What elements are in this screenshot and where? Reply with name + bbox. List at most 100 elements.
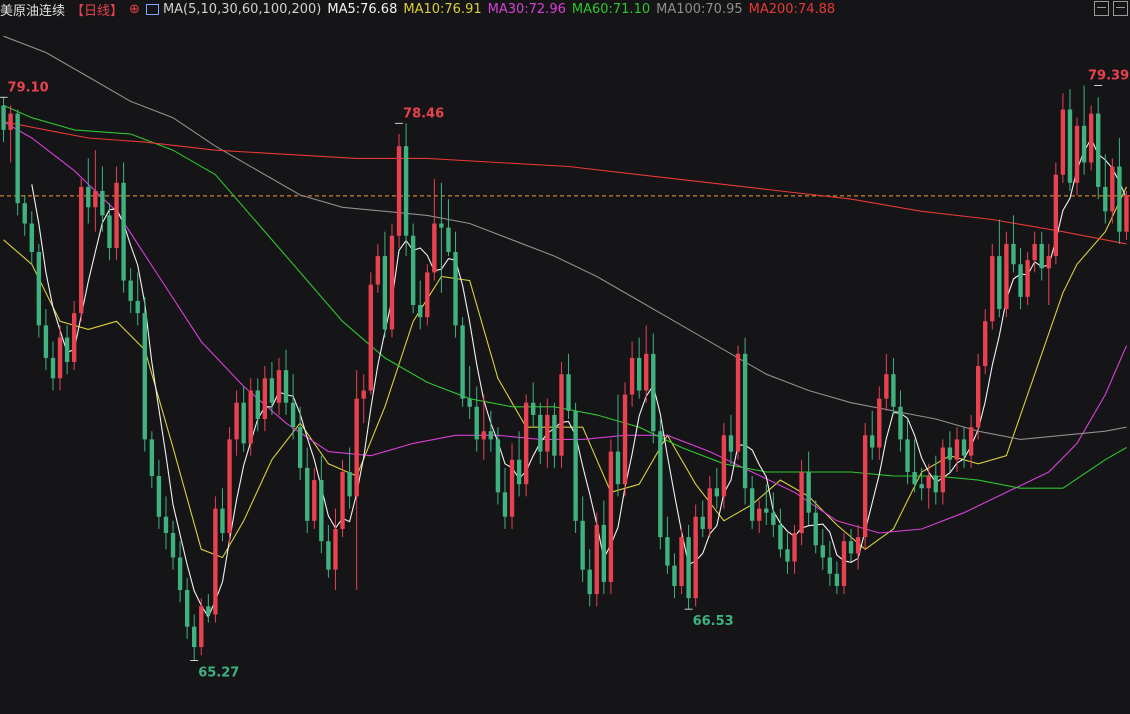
candle — [594, 512, 599, 607]
candle — [361, 374, 366, 424]
candle — [396, 133, 402, 248]
candle-body — [276, 370, 282, 403]
candle — [1088, 105, 1094, 171]
candle-body — [43, 325, 49, 358]
candle-body — [509, 459, 515, 517]
candle-body — [608, 451, 614, 582]
ma-line-ma100 — [3, 35, 1127, 440]
candle-body — [742, 353, 748, 489]
candle-body — [86, 186, 91, 208]
candle — [502, 467, 508, 529]
candle-body — [1088, 113, 1094, 163]
ma30-value: MA30:72.96 — [487, 1, 566, 17]
candle — [983, 309, 988, 375]
extreme-label: 79.39 — [1088, 68, 1129, 86]
candle — [601, 500, 607, 595]
candle-body — [64, 337, 70, 362]
candle — [22, 195, 27, 236]
candle — [1004, 231, 1009, 318]
candle — [241, 386, 246, 452]
candle — [919, 467, 924, 501]
candle-body — [375, 256, 381, 285]
period-label[interactable]: 【日线】 — [71, 0, 123, 19]
candle-body — [418, 304, 423, 318]
candle-body — [707, 488, 712, 529]
candle-body — [1117, 166, 1122, 232]
candle-body — [940, 447, 946, 493]
candle — [1081, 85, 1087, 175]
candle-body — [432, 223, 437, 273]
add-icon[interactable]: ⊕ — [129, 2, 140, 17]
candle-body — [785, 549, 790, 562]
candle — [121, 162, 126, 293]
candle-body — [877, 398, 882, 448]
candle-body — [1018, 264, 1023, 297]
moving-average-layer — [3, 35, 1128, 619]
ma-line-ma200 — [3, 121, 1127, 245]
candle — [997, 219, 1002, 318]
candle — [961, 427, 967, 468]
candle-body — [502, 492, 508, 517]
candle — [968, 414, 974, 468]
candle — [36, 243, 42, 338]
candle-body — [968, 427, 974, 456]
candle — [326, 524, 331, 578]
candle — [905, 419, 910, 485]
candle-body — [93, 190, 98, 208]
candle — [693, 504, 698, 607]
candle — [1046, 243, 1051, 305]
candle-body — [651, 353, 656, 432]
candle — [714, 467, 720, 509]
candlestick-chart[interactable]: 79.10 78.46 65.27 66.53 79.39 — [0, 0, 1130, 714]
candle — [884, 353, 889, 411]
candle-body — [552, 414, 557, 456]
candle — [1096, 97, 1101, 200]
candle — [891, 357, 896, 415]
candle — [742, 337, 748, 505]
candle — [149, 431, 155, 489]
candle — [460, 317, 465, 407]
candle-body — [679, 537, 684, 586]
candle — [467, 366, 472, 420]
candle-body — [297, 427, 303, 468]
candle-body — [439, 223, 444, 228]
candle-body — [170, 533, 176, 558]
candle-body — [269, 378, 275, 403]
extreme-value: 65.27 — [198, 665, 239, 680]
candle — [806, 451, 811, 525]
candle — [552, 402, 557, 468]
candle — [382, 231, 388, 338]
candle — [820, 528, 825, 570]
candle-body — [312, 480, 317, 521]
ma200-value: MA200:74.88 — [748, 1, 836, 17]
candle-body — [961, 439, 967, 456]
candle-body — [15, 113, 20, 204]
candle-body — [1, 105, 6, 130]
candle-body — [8, 113, 13, 130]
candle-body — [806, 471, 811, 513]
candle-body — [128, 280, 133, 301]
candle-body — [516, 459, 522, 485]
candle — [757, 500, 762, 534]
candle — [785, 533, 790, 574]
extreme-label: 79.10 — [0, 80, 49, 98]
candle — [410, 223, 416, 314]
instrument-title[interactable]: 美原油连续 — [0, 0, 65, 19]
candle-body — [531, 402, 536, 415]
ma-line-ma30 — [3, 121, 1128, 534]
minimize-icon[interactable] — [1094, 1, 1109, 16]
ma10-value: MA10:76.91 — [403, 1, 482, 17]
candle — [220, 488, 225, 542]
candle — [841, 533, 847, 595]
candle-body — [481, 431, 486, 440]
candle-body — [1081, 125, 1087, 163]
candle-body — [1124, 195, 1129, 232]
candle-body — [983, 321, 988, 367]
candle — [227, 427, 232, 546]
maximize-icon[interactable] — [1113, 1, 1128, 16]
candle — [580, 496, 585, 582]
chart-canvas[interactable]: 79.10 78.46 65.27 66.53 79.39 — [0, 0, 1130, 714]
ma-settings-icon[interactable] — [145, 3, 159, 15]
ma-params[interactable]: MA(5,10,30,60,100,200) — [163, 2, 321, 17]
candle-body — [396, 146, 402, 236]
